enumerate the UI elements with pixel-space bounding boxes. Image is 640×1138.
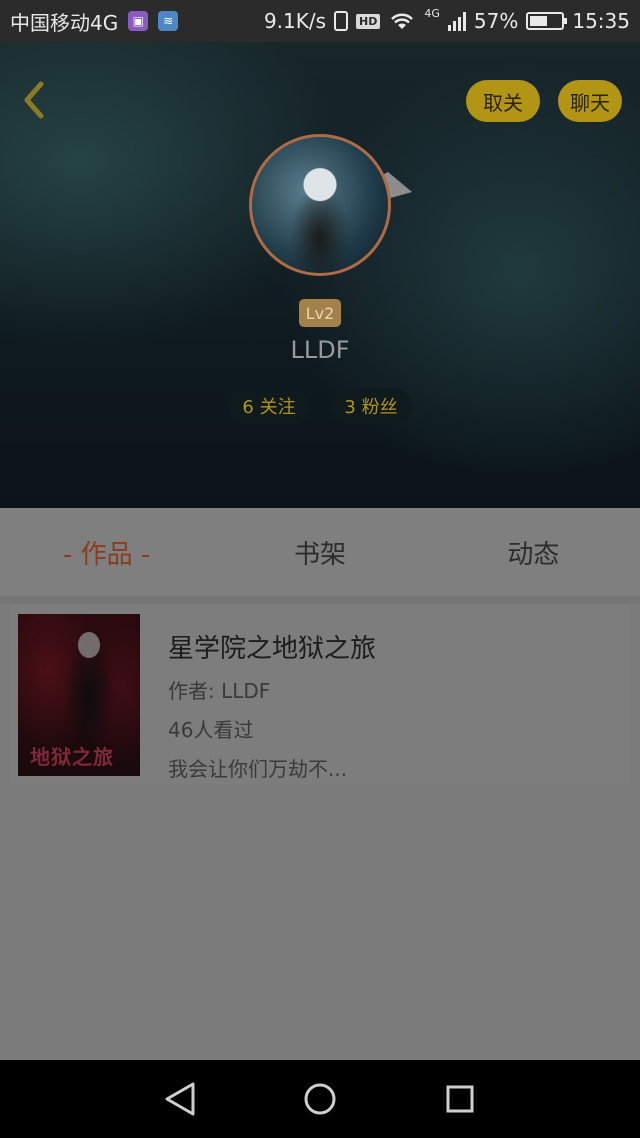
vibrate-icon bbox=[334, 11, 349, 31]
status-bar: 中国移动4G ▣ ≋ 9.1K/s HD 4G 57% 15:35 bbox=[0, 0, 640, 42]
cover-figure bbox=[78, 632, 100, 658]
unfollow-button[interactable]: 取关 bbox=[466, 80, 540, 122]
profile-tabs: - 作品 - 书架 动态 bbox=[0, 508, 640, 596]
battery-icon bbox=[526, 12, 568, 30]
book-summary: 我会让你们万劫不... bbox=[168, 757, 348, 781]
nav-recent-button[interactable] bbox=[440, 1079, 480, 1119]
square-recent-icon bbox=[446, 1085, 474, 1113]
back-button[interactable] bbox=[14, 80, 54, 120]
book-item[interactable]: 地狱之旅 星学院之地狱之旅 作者: LLDF 46人看过 我会让你们万劫不... bbox=[10, 604, 630, 784]
gallery-notification-icon: ▣ bbox=[128, 11, 149, 31]
carrier-label: 中国移动4G bbox=[10, 10, 119, 35]
hd-badge: HD bbox=[356, 13, 381, 29]
circle-home-icon bbox=[304, 1083, 336, 1115]
book-views: 46人看过 bbox=[168, 718, 254, 742]
following-count[interactable]: 6 关注 bbox=[228, 388, 310, 424]
chevron-left-icon bbox=[24, 81, 44, 119]
tab-activity[interactable]: 动态 bbox=[427, 508, 640, 596]
username: LLDF bbox=[290, 336, 350, 364]
wifi-notification-icon: ≋ bbox=[158, 11, 179, 31]
system-nav-bar bbox=[0, 1060, 640, 1138]
tab-works[interactable]: - 作品 - bbox=[0, 508, 213, 596]
network-type: 4G bbox=[424, 6, 440, 20]
book-cover: 地狱之旅 bbox=[18, 614, 140, 776]
nav-home-button[interactable] bbox=[300, 1079, 340, 1119]
tab-bookshelf[interactable]: 书架 bbox=[213, 508, 426, 596]
network-speed: 9.1K/s bbox=[263, 9, 327, 33]
divider bbox=[0, 596, 640, 604]
level-badge: Lv2 bbox=[299, 299, 341, 327]
fans-count[interactable]: 3 粉丝 bbox=[330, 388, 412, 424]
signal-icon bbox=[447, 11, 466, 31]
chat-button[interactable]: 聊天 bbox=[558, 80, 622, 122]
clock: 15:35 bbox=[572, 9, 630, 33]
triangle-back-icon bbox=[165, 1082, 195, 1116]
book-author: 作者: LLDF bbox=[168, 679, 271, 703]
battery-percent: 57% bbox=[473, 9, 519, 33]
wifi-icon bbox=[391, 13, 414, 29]
book-title: 星学院之地狱之旅 bbox=[168, 634, 377, 664]
cover-title: 地狱之旅 bbox=[30, 745, 114, 769]
nav-back-button[interactable] bbox=[160, 1079, 200, 1119]
avatar[interactable] bbox=[249, 134, 391, 276]
avatar-image bbox=[249, 134, 391, 276]
book-info: 星学院之地狱之旅 作者: LLDF 46人看过 我会让你们万劫不... bbox=[168, 614, 377, 781]
